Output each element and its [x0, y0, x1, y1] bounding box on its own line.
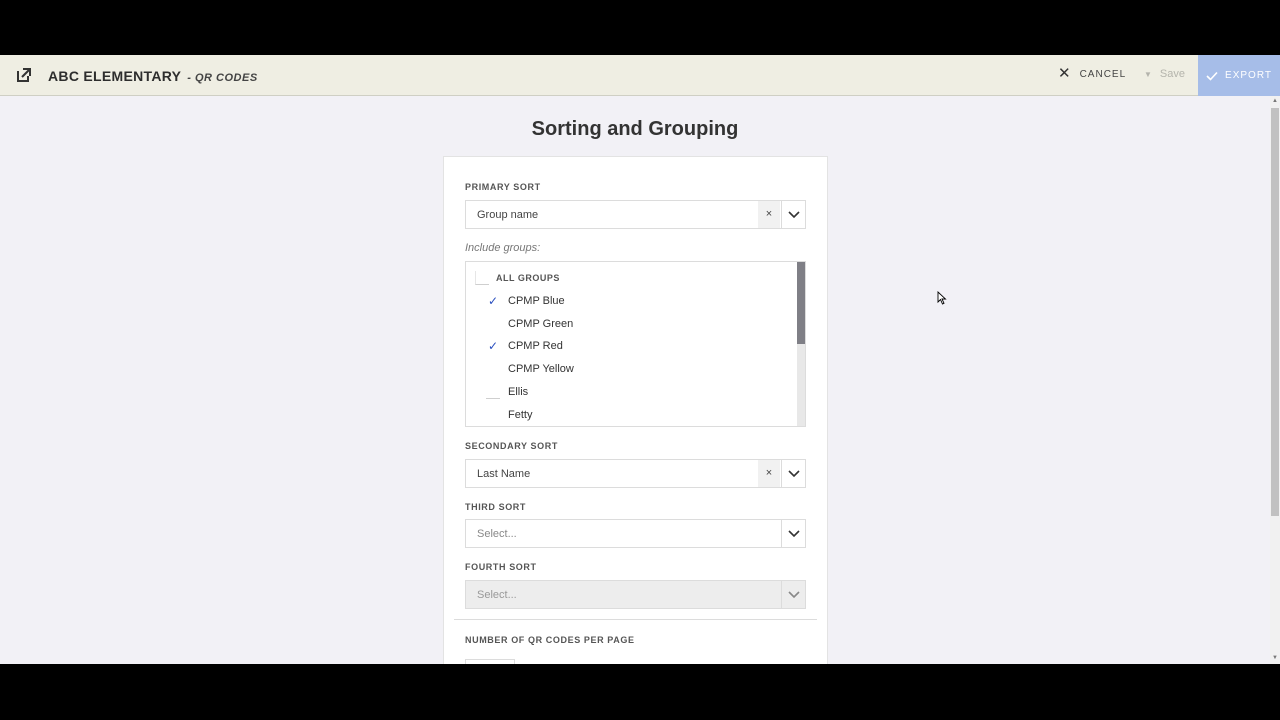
list-item[interactable]: Fetty: [486, 404, 532, 426]
chevron-down-icon[interactable]: [781, 201, 805, 228]
secondary-sort-value: Last Name: [477, 468, 531, 480]
list-item[interactable]: ✓ CPMP Red: [486, 335, 563, 357]
group-checkbox[interactable]: [486, 408, 500, 422]
fourth-sort-placeholder: Select...: [477, 589, 517, 601]
close-icon: ✕: [1058, 65, 1072, 82]
include-groups-label: Include groups:: [465, 242, 541, 254]
include-groups-list[interactable]: ALL GROUPS ✓ CPMP Blue CPMP Green ✓ CPMP…: [465, 261, 806, 427]
caret-down-icon: ▼: [1144, 69, 1152, 79]
fourth-sort-label: FOURTH SORT: [465, 562, 537, 572]
third-sort-select[interactable]: Select...: [465, 519, 806, 548]
primary-sort-value: Group name: [477, 209, 539, 221]
checkmark-icon[interactable]: ✓: [486, 339, 500, 353]
group-label: CPMP Red: [508, 340, 563, 352]
page-title: Sorting and Grouping: [531, 118, 739, 140]
group-label: Fetty: [508, 409, 533, 421]
export-label: EXPORT: [1225, 70, 1272, 81]
scroll-down-icon[interactable]: ▼: [1272, 655, 1278, 661]
third-sort-label: THIRD SORT: [465, 502, 526, 512]
section-divider: [454, 619, 817, 620]
list-item[interactable]: ✓ CPMP Blue: [486, 290, 565, 312]
primary-sort-select[interactable]: Group name ×: [465, 200, 806, 229]
checkmark-icon: [1206, 71, 1218, 81]
group-label: CPMP Green: [508, 318, 574, 330]
sort-panel: PRIMARY SORT Group name × Include groups…: [443, 156, 828, 664]
main-content: Sorting and Grouping PRIMARY SORT Group …: [0, 96, 1270, 664]
group-label: CPMP Blue: [508, 295, 565, 307]
mouse-cursor-icon: [937, 291, 947, 305]
qr-per-page-label: NUMBER OF QR CODES PER PAGE: [465, 635, 635, 645]
bottom-letterbox: [0, 664, 1280, 720]
list-item[interactable]: CPMP Yellow: [486, 358, 574, 380]
all-groups-option[interactable]: ALL GROUPS: [475, 267, 560, 289]
page-scrollbar-thumb[interactable]: [1271, 108, 1279, 516]
cancel-button[interactable]: ✕ CANCEL: [1058, 65, 1127, 82]
app-header: ABC ELEMENTARY - QR CODES ✕ CANCEL ▼ Sav…: [0, 55, 1280, 96]
save-label: Save: [1159, 68, 1185, 80]
chevron-down-icon[interactable]: [781, 581, 805, 608]
secondary-sort-clear-button[interactable]: ×: [758, 460, 780, 487]
all-groups-label: ALL GROUPS: [496, 273, 560, 283]
title-text: ABC ELEMENTARY: [48, 68, 182, 84]
fourth-sort-select[interactable]: Select...: [465, 580, 806, 609]
group-checkbox[interactable]: [486, 362, 500, 376]
secondary-sort-select[interactable]: Last Name ×: [465, 459, 806, 488]
chevron-down-icon[interactable]: [781, 520, 805, 547]
save-button[interactable]: ▼ Save: [1144, 68, 1185, 80]
group-checkbox[interactable]: [486, 385, 500, 399]
secondary-sort-label: SECONDARY SORT: [465, 441, 558, 451]
list-scrollbar-thumb[interactable]: [797, 262, 805, 344]
cancel-label: CANCEL: [1079, 68, 1127, 80]
title-subtitle: - QR CODES: [187, 72, 258, 84]
list-item[interactable]: Ellis: [486, 381, 528, 403]
group-checkbox[interactable]: [486, 317, 500, 331]
scroll-up-icon[interactable]: ▲: [1272, 98, 1278, 104]
document-title: ABC ELEMENTARY - QR CODES: [48, 68, 258, 84]
chevron-down-icon[interactable]: [781, 460, 805, 487]
list-scrollbar[interactable]: [797, 262, 805, 426]
primary-sort-clear-button[interactable]: ×: [758, 201, 780, 228]
group-label: CPMP Yellow: [508, 363, 574, 375]
group-label: Ellis: [508, 386, 529, 398]
all-groups-checkbox[interactable]: [475, 271, 489, 285]
export-button[interactable]: EXPORT: [1198, 55, 1280, 96]
primary-sort-label: PRIMARY SORT: [465, 182, 541, 192]
page-scrollbar[interactable]: ▲ ▼: [1270, 96, 1280, 664]
external-link-icon[interactable]: [16, 67, 32, 83]
top-letterbox: [0, 0, 1280, 55]
checkmark-icon[interactable]: ✓: [486, 294, 500, 308]
list-item[interactable]: CPMP Green: [486, 313, 573, 335]
third-sort-placeholder: Select...: [477, 528, 517, 540]
